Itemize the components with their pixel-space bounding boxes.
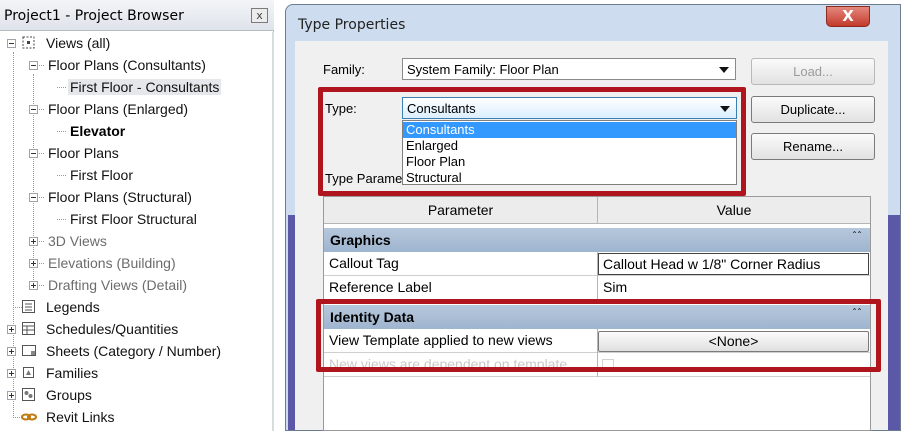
group-row-graphics[interactable]: Graphics ˆˆ <box>324 228 870 252</box>
project-browser-title: Project1 - Project Browser <box>4 8 184 24</box>
parameter-name: Reference Label <box>329 279 432 295</box>
tree-line <box>57 87 66 88</box>
family-label: Family: <box>323 62 365 77</box>
tree-item[interactable]: Sheets (Category / Number) <box>0 341 270 361</box>
expand-icon[interactable] <box>7 325 16 334</box>
tree-line <box>39 153 44 154</box>
tree-line <box>57 131 66 132</box>
tree-item[interactable]: First Floor <box>0 165 270 185</box>
collapse-icon[interactable] <box>29 193 38 202</box>
family-select[interactable]: System Family: Floor Plan <box>402 58 736 80</box>
tree-item[interactable]: Revit Links <box>0 407 270 427</box>
collapse-icon[interactable] <box>7 39 16 48</box>
families-icon <box>21 365 37 380</box>
load-button[interactable]: Load... <box>751 58 875 85</box>
tree-item[interactable]: Schedules/Quantities <box>0 319 270 339</box>
tree-item-label: Groups <box>46 387 92 403</box>
tree-item-label: Floor Plans (Enlarged) <box>48 101 189 117</box>
collapse-icon[interactable] <box>29 105 38 114</box>
tree-item[interactable]: Elevations (Building) <box>0 253 270 273</box>
expand-icon[interactable] <box>7 391 16 400</box>
tree-item[interactable]: Legends <box>0 297 270 317</box>
chevron-down-icon[interactable] <box>719 67 729 73</box>
tree-item-label: Schedules/Quantities <box>46 321 179 337</box>
revit-links-icon <box>21 409 37 424</box>
expand-icon[interactable] <box>29 281 38 290</box>
tree-item-label: Revit Links <box>46 409 115 425</box>
tree-item-label: Sheets (Category / Number) <box>46 343 222 359</box>
tree-item-label: Families <box>46 365 99 381</box>
tree-line <box>39 197 44 198</box>
tree-item-label: Views (all) <box>46 35 111 51</box>
tree-item[interactable]: Families <box>0 363 270 383</box>
tree-item[interactable]: First Floor - Consultants <box>0 77 270 97</box>
tree-line <box>57 219 66 220</box>
group-label: Graphics <box>330 232 391 248</box>
tree-item[interactable]: Floor Plans (Enlarged) <box>0 99 270 119</box>
tree-item-label: First Floor - Consultants <box>68 79 222 95</box>
tree-item-label: Floor Plans (Structural) <box>48 189 192 205</box>
tree-item[interactable]: Floor Plans (Consultants) <box>0 55 270 75</box>
tree-item[interactable]: First Floor Structural <box>0 209 270 229</box>
close-icon[interactable]: x <box>251 8 268 23</box>
tree-item[interactable]: Floor Plans (Structural) <box>0 187 270 207</box>
tree-item-label: First Floor <box>70 167 133 183</box>
tree-item-label: Floor Plans <box>48 145 119 161</box>
expand-icon[interactable] <box>29 237 38 246</box>
tree-line <box>39 263 44 264</box>
scrollbar[interactable] <box>272 32 274 431</box>
tree-item[interactable]: Floor Plans <box>0 143 270 163</box>
tree-item[interactable]: Views (all) <box>0 33 270 53</box>
dialog-border-stripe <box>288 215 295 430</box>
table-row[interactable]: Callout Tag Callout Head w 1/8" Corner R… <box>324 252 870 276</box>
rename-button[interactable]: Rename... <box>751 133 875 160</box>
expand-icon[interactable] <box>7 347 16 356</box>
highlight-box-identity-data <box>316 299 881 372</box>
groups-icon <box>21 387 37 402</box>
project-browser-titlebar: Project1 - Project Browser x <box>0 0 274 31</box>
duplicate-button[interactable]: Duplicate... <box>751 96 875 123</box>
tree-item[interactable]: 3D Views <box>0 231 270 251</box>
column-header-value[interactable]: Value <box>598 197 870 224</box>
expand-icon[interactable] <box>7 369 16 378</box>
tree-item-label: 3D Views <box>48 233 107 249</box>
table-header: Parameter Value <box>324 197 870 224</box>
collapse-icon[interactable]: ˆˆ <box>852 231 862 242</box>
dialog-title: Type Properties <box>298 17 406 33</box>
callout-tag-value[interactable]: Callout Head w 1/8" Corner Radius <box>598 253 869 275</box>
tree-item-label: Floor Plans (Consultants) <box>48 57 206 73</box>
family-select-value: System Family: Floor Plan <box>407 62 559 77</box>
highlight-box-type <box>318 87 746 196</box>
tree-item[interactable]: Drafting Views (Detail) <box>0 275 270 295</box>
legends-icon <box>21 299 37 314</box>
parameter-name: Callout Tag <box>329 255 399 271</box>
collapse-icon[interactable] <box>29 149 38 158</box>
tree-item-label: First Floor Structural <box>70 211 197 227</box>
tree-item[interactable]: Elevator <box>0 121 270 141</box>
tree-line <box>39 285 44 286</box>
expand-icon[interactable] <box>29 259 38 268</box>
column-header-parameter[interactable]: Parameter <box>324 197 597 224</box>
views-icon <box>21 35 37 50</box>
dialog-border-stripe <box>888 215 900 430</box>
tree-item-label: Elevator <box>70 123 126 139</box>
tree-item-label: Elevations (Building) <box>48 255 176 271</box>
tree-line <box>57 175 66 176</box>
sheets-icon <box>21 343 37 358</box>
tree-line <box>39 109 44 110</box>
table-row[interactable]: Reference Label Sim <box>324 276 870 300</box>
tree-line <box>39 241 44 242</box>
collapse-icon[interactable] <box>29 61 38 70</box>
tree-item-label: Drafting Views (Detail) <box>48 277 188 293</box>
tree-item-label: Legends <box>46 299 100 315</box>
schedules-icon <box>21 321 37 336</box>
tree-line <box>39 65 44 66</box>
project-browser-panel: Project1 - Project Browser x Views (all)… <box>0 0 274 431</box>
close-icon[interactable]: X <box>826 6 870 27</box>
tree-item[interactable]: Groups <box>0 385 270 405</box>
parameter-value[interactable]: Sim <box>598 276 870 300</box>
